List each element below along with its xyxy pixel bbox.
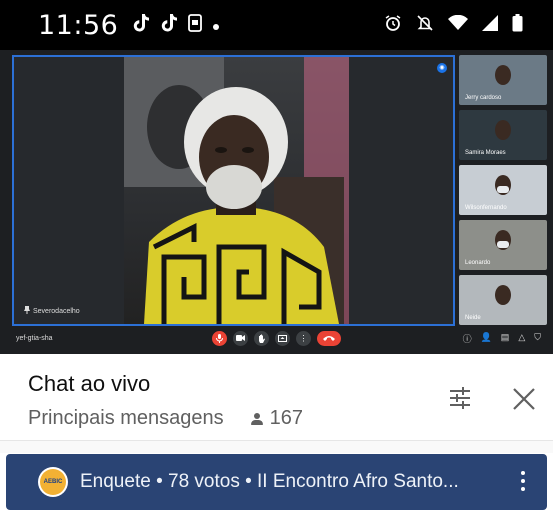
channel-avatar: AEBIC	[38, 467, 68, 497]
meeting-code: yef-gtia-sha	[16, 334, 53, 342]
video-player[interactable]: ◉ Severodacelho Jerry cardoso Samira Mor…	[0, 50, 553, 405]
participant-name: Jerry cardoso	[465, 95, 502, 101]
tiktok-icon	[160, 13, 178, 38]
speaker-video	[124, 57, 349, 324]
speaker-name-tag: Severodacelho	[24, 306, 80, 316]
participant-tile[interactable]: Leonardo	[459, 220, 547, 270]
close-icon[interactable]	[510, 385, 538, 413]
tiktok-icon	[132, 13, 150, 38]
wifi-icon	[448, 14, 468, 36]
more-icon[interactable]: ⋮	[296, 330, 311, 346]
participant-tile[interactable]: Samira Moraes	[459, 110, 547, 160]
system-icons	[384, 13, 523, 37]
audio-indicator-icon: ◉	[437, 63, 447, 73]
viewer-count: 167	[250, 407, 303, 430]
participant-name: Leonardo	[465, 260, 491, 266]
participant-face	[495, 65, 511, 85]
people-icon[interactable]: 👤	[481, 332, 492, 345]
participant-tile[interactable]: Wilsonfernando	[459, 165, 547, 215]
clock: 11:56	[38, 9, 119, 41]
alarm-icon	[384, 14, 402, 37]
hand-icon[interactable]	[254, 330, 269, 346]
chat-filter-label[interactable]: Principais mensagens	[28, 407, 224, 430]
participant-face	[495, 285, 511, 305]
present-icon[interactable]	[275, 330, 290, 346]
meet-side-controls: ⓘ 👤 ▤ △ ⛉	[463, 332, 541, 345]
chat-title: Chat ao vivo	[28, 371, 151, 396]
status-bar: 11:56	[0, 0, 553, 50]
channel-logo: AEBIC	[40, 469, 66, 495]
active-speaker-tile[interactable]: ◉ Severodacelho	[12, 55, 455, 326]
viewer-count-value: 167	[269, 407, 304, 429]
camera-icon[interactable]	[233, 330, 248, 346]
call-buttons: ⋮	[212, 330, 341, 346]
end-call-icon[interactable]	[317, 330, 341, 346]
pin-icon	[24, 306, 30, 316]
divider	[0, 441, 553, 453]
more-options-icon[interactable]	[521, 471, 525, 491]
participant-name: Neide	[465, 315, 481, 321]
info-icon[interactable]: ⓘ	[463, 332, 472, 345]
battery-icon	[512, 13, 523, 37]
person-icon	[250, 412, 264, 426]
meet-controls: yef-gtia-sha ⋮ ⓘ 👤 ▤ △ ⛉	[0, 324, 553, 352]
poll-banner[interactable]: AEBIC Enquete • 78 votos • II Encontro A…	[6, 454, 547, 510]
participant-mask	[497, 241, 509, 248]
participant-name: Samira Moraes	[465, 150, 506, 156]
participant-strip: Jerry cardoso Samira Moraes Wilsonfernan…	[459, 55, 547, 330]
chat-icon[interactable]: ▤	[501, 332, 510, 345]
dot-icon	[212, 15, 220, 36]
mute-icon	[416, 14, 434, 37]
participant-name: Wilsonfernando	[465, 205, 507, 211]
live-chat-header: Chat ao vivo Principais mensagens 167	[0, 355, 553, 441]
participant-face	[495, 120, 511, 140]
filter-icon[interactable]	[446, 385, 474, 411]
poll-text: Enquete • 78 votos • II Encontro Afro Sa…	[80, 471, 459, 492]
participant-mask	[497, 186, 509, 193]
screenshot-icon	[188, 13, 203, 37]
mic-off-icon[interactable]	[212, 330, 227, 346]
notification-icons	[132, 13, 220, 38]
speaker-name: Severodacelho	[33, 307, 80, 315]
activities-icon[interactable]: △	[518, 332, 525, 345]
chat-filter-row: Principais mensagens 167	[28, 407, 303, 430]
signal-icon	[482, 14, 498, 36]
participant-tile[interactable]: Jerry cardoso	[459, 55, 547, 105]
participant-tile[interactable]: Neide	[459, 275, 547, 325]
shield-icon[interactable]: ⛉	[534, 332, 541, 345]
